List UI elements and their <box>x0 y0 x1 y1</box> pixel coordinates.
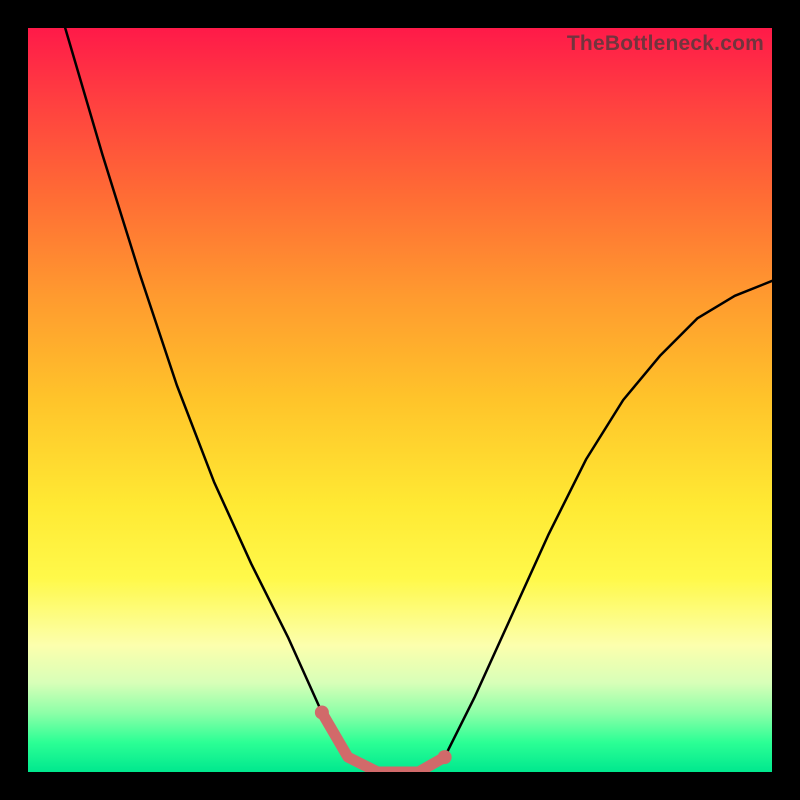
valley-highlight-line <box>322 712 445 772</box>
valley-highlight-dot <box>315 705 329 719</box>
chart-frame: TheBottleneck.com <box>0 0 800 800</box>
valley-highlight-dot <box>438 750 452 764</box>
chart-svg <box>28 28 772 772</box>
bottleneck-curve-line <box>28 28 772 772</box>
plot-area: TheBottleneck.com <box>28 28 772 772</box>
